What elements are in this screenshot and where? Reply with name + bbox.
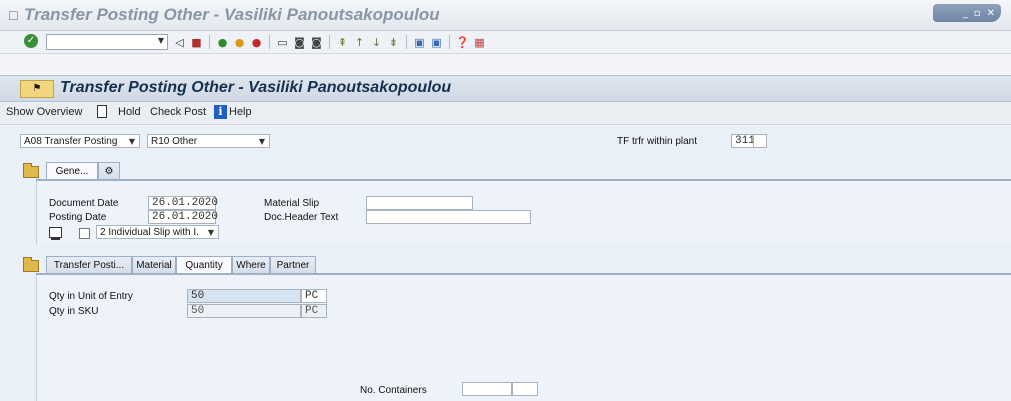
transaction-select-value: A08 Transfer Posting	[24, 136, 118, 147]
doc-header-text-label: Doc.Header Text	[264, 212, 339, 223]
first-page-icon[interactable]: ⇞	[335, 35, 350, 50]
qty-unit-entry-unit[interactable]: PC	[301, 289, 327, 303]
tab-material[interactable]: Material	[132, 256, 176, 273]
qty-sku-field: 50	[187, 304, 301, 318]
shortcut-icon[interactable]: ▣	[429, 35, 444, 50]
qty-sku-label: Qty in SKU	[49, 306, 99, 317]
app-toolbar: Show Overview Hold Check Post i Help	[0, 102, 1011, 125]
show-overview-button[interactable]: Show Overview	[6, 106, 82, 118]
collapse-header-folder-icon[interactable]	[23, 163, 39, 178]
collapse-item-folder-icon[interactable]	[23, 257, 39, 272]
new-session-icon[interactable]: ▣	[412, 35, 427, 50]
qty-unit-entry-label: Qty in Unit of Entry	[49, 291, 133, 302]
restore-icon[interactable]: ▫	[974, 8, 981, 19]
transaction-select[interactable]: A08 Transfer Posting ▼	[20, 134, 140, 148]
enter-icon[interactable]: ✓	[24, 34, 38, 48]
movement-type-extra-field[interactable]	[753, 134, 767, 148]
tab-personalize[interactable]: ⚙	[98, 162, 120, 179]
print-checkbox[interactable]	[79, 228, 90, 239]
window-title-bar: ☐ Transfer Posting Other - Vasiliki Pano…	[0, 0, 1011, 31]
find-icon[interactable]: ◙	[292, 35, 307, 50]
back-nav-icon[interactable]: ●	[215, 35, 230, 50]
window-icon: ☐	[8, 9, 19, 23]
window-controls: _ ▫ ✕	[933, 4, 1001, 22]
minimize-icon[interactable]: _	[963, 8, 968, 19]
toolbar-separator	[329, 35, 330, 49]
help-button[interactable]: Help	[229, 106, 252, 118]
help-icon[interactable]: ❓	[455, 35, 470, 50]
reference-select-value: R10 Other	[151, 136, 198, 147]
document-date-field[interactable]: 26.01.2020	[148, 196, 218, 210]
command-field[interactable]	[46, 34, 168, 50]
containers-field[interactable]	[462, 382, 512, 396]
print-icon	[49, 227, 62, 240]
reference-select[interactable]: R10 Other ▼	[147, 134, 270, 148]
containers-unit-field[interactable]	[512, 382, 538, 396]
exit-icon[interactable]: ●	[232, 35, 247, 50]
toolbar-separator	[406, 35, 407, 49]
cancel-icon[interactable]: ●	[249, 35, 264, 50]
layout-menu-icon[interactable]: ▦	[472, 35, 487, 50]
material-slip-label: Material Slip	[264, 198, 320, 209]
posting-date-label: Posting Date	[49, 212, 107, 223]
main-content: A08 Transfer Posting ▼ R10 Other ▼ TF tr…	[0, 126, 1011, 401]
back-icon[interactable]: ◁	[172, 35, 187, 50]
hold-button[interactable]: Hold	[118, 106, 141, 118]
prev-page-icon[interactable]: ↑	[352, 35, 367, 50]
tab-transfer-posting[interactable]: Transfer Posti...	[46, 256, 132, 273]
print-version-select[interactable]: 2 Individual Slip with I. ▼	[96, 225, 219, 239]
movement-type-label: TF trfr within plant	[617, 136, 698, 147]
tab-quantity[interactable]: Quantity	[176, 256, 232, 273]
toolbar-icons: ◁ ■ ● ● ● ▭ ◙ ◙ ⇞ ↑ ↓ ⇟ ▣ ▣ ❓ ▦	[172, 33, 487, 51]
chevron-down-icon: ▼	[128, 137, 135, 146]
standard-toolbar: ✓ ▼ ◁ ■ ● ● ● ▭ ◙ ◙ ⇞ ↑ ↓ ⇟ ▣ ▣ ❓ ▦	[0, 31, 1011, 54]
window-title: Transfer Posting Other - Vasiliki Panout…	[24, 5, 440, 24]
toolbar-separator	[449, 35, 450, 49]
new-document-icon[interactable]	[97, 105, 107, 118]
transaction-icon: ⚑	[20, 80, 54, 98]
last-page-icon[interactable]: ⇟	[386, 35, 401, 50]
command-dropdown-icon[interactable]: ▼	[155, 34, 167, 48]
material-slip-field[interactable]	[366, 196, 473, 210]
help-info-icon[interactable]: i	[214, 105, 227, 119]
tab-general[interactable]: Gene...	[46, 162, 98, 179]
tab-where[interactable]: Where	[232, 256, 270, 273]
post-button[interactable]: Post	[184, 106, 206, 118]
doc-header-text-field[interactable]	[366, 210, 531, 224]
app-header: ⚑ Transfer Posting Other - Vasiliki Pano…	[0, 75, 1011, 102]
next-page-icon[interactable]: ↓	[369, 35, 384, 50]
print-icon[interactable]: ▭	[275, 35, 290, 50]
chevron-down-icon: ▼	[207, 228, 214, 237]
save-icon[interactable]: ■	[189, 35, 204, 50]
check-button[interactable]: Check	[150, 106, 181, 118]
toolbar-separator	[209, 35, 210, 49]
qty-unit-entry-field[interactable]: 50	[187, 289, 301, 303]
containers-label: No. Containers	[360, 385, 427, 396]
toolbar-separator	[269, 35, 270, 49]
page-title: Transfer Posting Other - Vasiliki Panout…	[60, 79, 452, 96]
posting-date-field[interactable]: 26.01.2020	[148, 210, 218, 224]
close-icon[interactable]: ✕	[987, 8, 995, 19]
qty-sku-unit: PC	[301, 304, 327, 318]
settings-icon: ⚙	[104, 166, 114, 177]
tab-partner[interactable]: Partner	[270, 256, 316, 273]
find-next-icon[interactable]: ◙	[309, 35, 324, 50]
chevron-down-icon: ▼	[258, 137, 265, 146]
document-date-label: Document Date	[49, 198, 119, 209]
print-version-value: 2 Individual Slip with I.	[100, 227, 199, 238]
